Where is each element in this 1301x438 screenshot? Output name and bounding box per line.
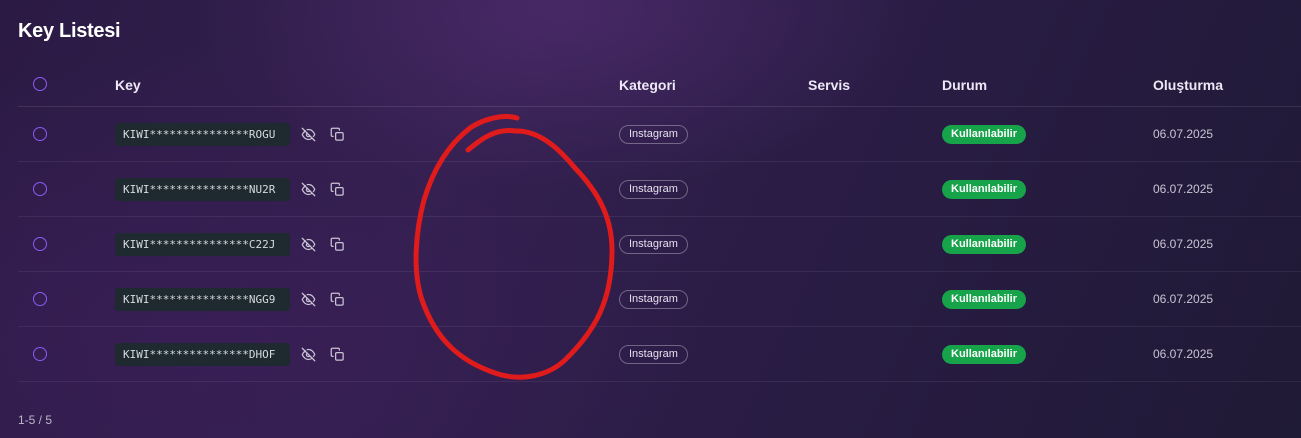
- masked-key: KIWI***************DHOF: [115, 343, 290, 366]
- column-header-category[interactable]: Kategori: [619, 77, 676, 93]
- key-table: Key Kategori Servis Durum Oluşturma KIWI…: [18, 62, 1301, 382]
- created-date: 06.07.2025: [1153, 347, 1214, 361]
- status-badge: Kullanılabilir: [942, 125, 1027, 144]
- masked-key: KIWI***************NU2R: [115, 178, 290, 201]
- column-header-status[interactable]: Durum: [942, 77, 987, 93]
- copy-icon[interactable]: [329, 291, 345, 307]
- created-date: 06.07.2025: [1153, 182, 1214, 196]
- masked-key: KIWI***************C22J: [115, 233, 290, 256]
- pagination-info: 1-5 / 5: [18, 413, 53, 427]
- table-body: KIWI***************ROGU Instagram Kullan…: [18, 107, 1301, 382]
- category-badge: Instagram: [619, 180, 688, 199]
- copy-icon[interactable]: [329, 181, 345, 197]
- table-row[interactable]: KIWI***************NU2R Instagram Kullan…: [18, 162, 1301, 217]
- created-date: 06.07.2025: [1153, 127, 1214, 141]
- masked-key: KIWI***************ROGU: [115, 123, 290, 146]
- copy-icon[interactable]: [329, 126, 345, 142]
- row-select-radio[interactable]: [33, 292, 47, 306]
- row-select-radio[interactable]: [33, 127, 47, 141]
- status-badge: Kullanılabilir: [942, 180, 1027, 199]
- eye-off-icon[interactable]: [300, 236, 316, 252]
- table-row[interactable]: KIWI***************DHOF Instagram Kullan…: [18, 327, 1301, 382]
- created-date: 06.07.2025: [1153, 292, 1214, 306]
- column-header-service[interactable]: Servis: [808, 77, 850, 93]
- column-header-created[interactable]: Oluşturma: [1153, 77, 1223, 93]
- table-row[interactable]: KIWI***************ROGU Instagram Kullan…: [18, 107, 1301, 162]
- eye-off-icon[interactable]: [300, 181, 316, 197]
- select-all-radio[interactable]: [33, 77, 47, 91]
- table-row[interactable]: KIWI***************NGG9 Instagram Kullan…: [18, 272, 1301, 327]
- eye-off-icon[interactable]: [300, 346, 316, 362]
- status-badge: Kullanılabilir: [942, 345, 1027, 364]
- column-header-key[interactable]: Key: [115, 77, 141, 93]
- eye-off-icon[interactable]: [300, 126, 316, 142]
- created-date: 06.07.2025: [1153, 237, 1214, 251]
- page-title: Key Listesi: [18, 20, 121, 42]
- table-row[interactable]: KIWI***************C22J Instagram Kullan…: [18, 217, 1301, 272]
- category-badge: Instagram: [619, 290, 688, 309]
- status-badge: Kullanılabilir: [942, 290, 1027, 309]
- status-badge: Kullanılabilir: [942, 235, 1027, 254]
- category-badge: Instagram: [619, 345, 688, 364]
- row-select-radio[interactable]: [33, 182, 47, 196]
- masked-key: KIWI***************NGG9: [115, 288, 290, 311]
- row-select-radio[interactable]: [33, 237, 47, 251]
- copy-icon[interactable]: [329, 346, 345, 362]
- eye-off-icon[interactable]: [300, 291, 316, 307]
- copy-icon[interactable]: [329, 236, 345, 252]
- row-select-radio[interactable]: [33, 347, 47, 361]
- category-badge: Instagram: [619, 235, 688, 254]
- table-header: Key Kategori Servis Durum Oluşturma: [18, 62, 1301, 107]
- category-badge: Instagram: [619, 125, 688, 144]
